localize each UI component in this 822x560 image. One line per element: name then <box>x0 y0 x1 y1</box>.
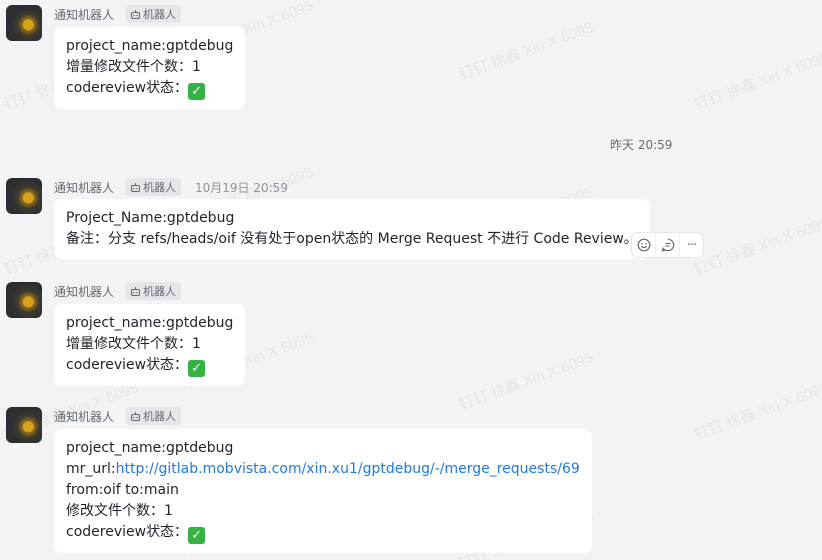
message-line: project_name:gptdebug <box>66 315 234 331</box>
message-line: 增量修改文件个数：1 <box>66 336 201 352</box>
bot-tag-label: 机器人 <box>143 181 177 194</box>
status-label: codereview状态： <box>66 524 189 540</box>
message-line: codereview状态： ✓ <box>66 355 233 377</box>
watermark: 钉钉 徐鑫 Xin X 6095 <box>456 349 596 414</box>
watermark: 钉钉 徐鑫 Xin X 6095 <box>691 49 822 114</box>
more-button[interactable]: ··· <box>679 233 703 257</box>
message-bubble[interactable]: Project_Name:gptdebug 备注：分支 refs/heads/o… <box>54 199 650 259</box>
mr-url-label: mr_url: <box>66 461 116 477</box>
check-mark-icon: ✓ <box>188 83 206 100</box>
reply-icon <box>660 238 674 252</box>
robot-icon <box>130 286 141 296</box>
emoji-button[interactable] <box>632 233 655 257</box>
status-label: codereview状态： <box>66 80 189 96</box>
message-line: 增量修改文件个数：1 <box>66 59 201 75</box>
message-header: 通知机器人 机器人 10月19日 20:59 <box>54 178 288 196</box>
bot-tag-label: 机器人 <box>143 8 177 21</box>
bot-tag: 机器人 <box>126 282 182 300</box>
message-line: mr_url:http://gitlab.mobvista.com/xin.xu… <box>66 459 580 480</box>
reply-button[interactable] <box>655 233 679 257</box>
more-icon: ··· <box>686 237 697 253</box>
bot-tag: 机器人 <box>126 5 182 23</box>
message-line: codereview状态： ✓ <box>66 78 233 100</box>
robot-icon <box>130 411 141 421</box>
avatar[interactable] <box>6 282 42 318</box>
message-line: 备注：分支 refs/heads/oif 没有处于open状态的 Merge R… <box>66 231 638 247</box>
watermark: 钉钉 徐鑫 Xin X 6095 <box>456 19 596 84</box>
message-line: Project_Name:gptdebug <box>66 210 235 226</box>
message-toolbar: ··· <box>632 233 703 257</box>
check-mark-icon: ✓ <box>188 360 206 377</box>
bot-tag-label: 机器人 <box>143 285 177 298</box>
watermark: 钉钉 徐鑫 Xin X 6095 <box>691 214 822 279</box>
message-time: 10月19日 20:59 <box>195 180 288 195</box>
message-bubble[interactable]: project_name:gptdebug 增量修改文件个数：1 coderev… <box>54 27 246 109</box>
message-line: 修改文件个数：1 <box>66 503 173 519</box>
emoji-icon <box>637 238 650 252</box>
message-line: project_name:gptdebug <box>66 38 234 54</box>
bot-tag: 机器人 <box>126 178 182 196</box>
message-bubble[interactable]: project_name:gptdebug mr_url:http://gitl… <box>54 429 592 553</box>
robot-icon <box>130 182 141 192</box>
watermark: 钉钉 徐鑫 Xin X 6095 <box>691 379 822 444</box>
robot-icon <box>130 9 141 19</box>
sender-name[interactable]: 通知机器人 <box>54 179 114 196</box>
check-mark-icon: ✓ <box>188 527 206 544</box>
message-line: from:oif to:main <box>66 482 179 498</box>
sender-name[interactable]: 通知机器人 <box>54 283 114 300</box>
sender-name[interactable]: 通知机器人 <box>54 408 114 425</box>
message-bubble[interactable]: project_name:gptdebug 增量修改文件个数：1 coderev… <box>54 304 246 386</box>
sender-name[interactable]: 通知机器人 <box>54 6 114 23</box>
bot-tag: 机器人 <box>126 407 182 425</box>
message-header: 通知机器人 机器人 <box>54 282 182 300</box>
avatar[interactable] <box>6 407 42 443</box>
bot-tag-label: 机器人 <box>143 410 177 423</box>
message-header: 通知机器人 机器人 <box>54 5 182 23</box>
time-divider: 昨天 20:59 <box>610 138 673 152</box>
merge-request-link[interactable]: http://gitlab.mobvista.com/xin.xu1/gptde… <box>116 461 580 477</box>
message-line: codereview状态： ✓ <box>66 522 580 544</box>
avatar[interactable] <box>6 178 42 214</box>
message-header: 通知机器人 机器人 <box>54 407 182 425</box>
avatar[interactable] <box>6 5 42 41</box>
message-line: project_name:gptdebug <box>66 440 234 456</box>
status-label: codereview状态： <box>66 357 189 373</box>
